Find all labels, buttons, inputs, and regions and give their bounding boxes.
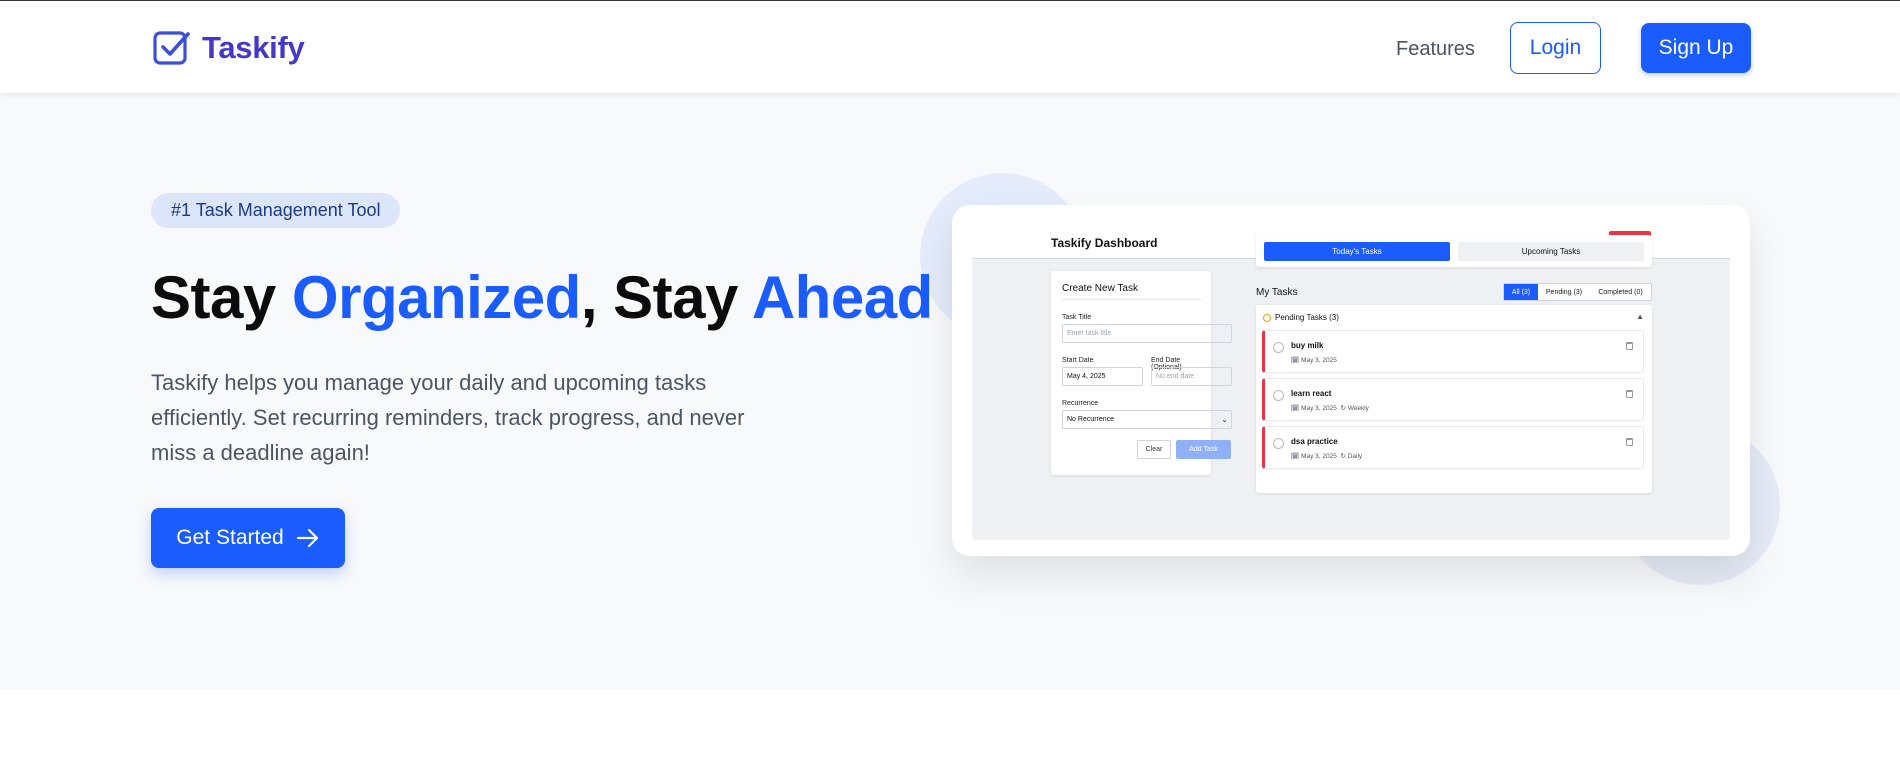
signup-button[interactable]: Sign Up	[1641, 23, 1751, 73]
dashboard-preview: Taskify Dashboard Logout Create New Task…	[952, 205, 1750, 556]
task-name: buy milk	[1291, 341, 1324, 350]
login-button[interactable]: Login	[1510, 22, 1601, 74]
divider	[1062, 299, 1201, 300]
task-recurrence: Daily	[1347, 453, 1363, 460]
create-task-title: Create New Task	[1062, 283, 1138, 294]
filter-completed: Completed (0)	[1598, 288, 1643, 296]
task-recurrence: Weekly	[1347, 405, 1369, 412]
clear-button: Clear	[1137, 440, 1171, 459]
headline-part: Stay	[151, 264, 292, 331]
hero-description: Taskify helps you manage your daily and …	[151, 370, 745, 465]
start-date-input: May 4, 2025	[1062, 367, 1143, 386]
task-item: buy milk 🗓 May 3, 2025	[1262, 330, 1644, 373]
get-started-button[interactable]: Get Started	[151, 508, 345, 568]
task-checkbox	[1273, 438, 1284, 449]
task-title-label: Task Title	[1062, 314, 1092, 321]
collapse-icon: ▲	[1636, 312, 1644, 321]
checkbox-icon	[153, 31, 190, 65]
task-checkbox	[1273, 390, 1284, 401]
trash-icon	[1626, 390, 1633, 398]
task-date: May 3, 2025	[1301, 357, 1337, 364]
my-tasks-title: My Tasks	[1256, 287, 1298, 298]
task-meta: 🗓 May 3, 2025 ↻ Weekly	[1291, 405, 1369, 412]
task-meta: 🗓 May 3, 2025 ↻ Daily	[1291, 453, 1363, 460]
task-date: May 3, 2025	[1301, 405, 1337, 412]
task-date: May 3, 2025	[1301, 453, 1337, 460]
recurrence-value: No Recurrence	[1067, 416, 1115, 423]
task-item: dsa practice 🗓 May 3, 2025 ↻ Daily	[1262, 426, 1644, 469]
task-item: learn react 🗓 May 3, 2025 ↻ Weekly	[1262, 378, 1644, 421]
trash-icon	[1626, 342, 1633, 350]
filter-all: All (3)	[1504, 284, 1538, 300]
pending-header: Pending Tasks (3)	[1263, 313, 1339, 322]
task-meta: 🗓 May 3, 2025	[1291, 357, 1337, 364]
brand-logo[interactable]: Taskify	[152, 29, 305, 67]
trash-icon	[1626, 438, 1633, 446]
hero-badge: #1 Task Management Tool	[151, 193, 401, 228]
recurrence-label: Recurrence	[1062, 400, 1099, 407]
hero-headline: Stay Organized, Stay Ahead	[151, 263, 933, 332]
tab-upcoming-tasks: Upcoming Tasks	[1458, 242, 1644, 261]
task-checkbox	[1273, 342, 1284, 353]
brand-name: Taskify	[202, 30, 305, 65]
start-date-label: Start Date	[1062, 357, 1094, 364]
task-list: Pending Tasks (3) ▲ buy milk 🗓 May 3, 20…	[1256, 305, 1652, 493]
task-filters: All (3) Pending (3) Completed (0)	[1503, 283, 1652, 301]
recurrence-select: No Recurrence ⌄	[1062, 410, 1232, 429]
chevron-down-icon: ⌄	[1221, 415, 1228, 424]
headline-highlight: Ahead	[751, 264, 933, 331]
dashboard-screen: Taskify Dashboard Logout Create New Task…	[972, 225, 1730, 540]
hero-section: #1 Task Management Tool Stay Organized, …	[0, 93, 1900, 689]
pending-label: Pending Tasks (3)	[1275, 313, 1339, 322]
task-tabs: Today's Tasks Upcoming Tasks	[1256, 235, 1652, 267]
add-task-button: Add Task	[1176, 440, 1231, 459]
filter-pending: Pending (3)	[1545, 288, 1583, 296]
dashboard-title: Taskify Dashboard	[1051, 236, 1158, 250]
task-title-input: Enter task title	[1062, 324, 1232, 343]
top-navbar: Taskify Features Login Sign Up	[0, 0, 1900, 93]
nav-link-features[interactable]: Features	[1396, 38, 1475, 61]
my-tasks-panel: My Tasks All (3) Pending (3) Completed (…	[1256, 283, 1652, 493]
task-name: learn react	[1291, 389, 1332, 398]
arrow-right-icon	[296, 528, 318, 548]
get-started-label: Get Started	[176, 526, 284, 549]
end-date-input: No end date	[1151, 367, 1232, 386]
create-task-card: Create New Task Task Title Enter task ti…	[1051, 271, 1232, 475]
tab-todays-tasks: Today's Tasks	[1264, 242, 1450, 261]
headline-part: , Stay	[580, 264, 752, 331]
headline-highlight: Organized	[291, 264, 581, 331]
task-name: dsa practice	[1291, 437, 1338, 446]
clock-icon	[1263, 313, 1271, 322]
